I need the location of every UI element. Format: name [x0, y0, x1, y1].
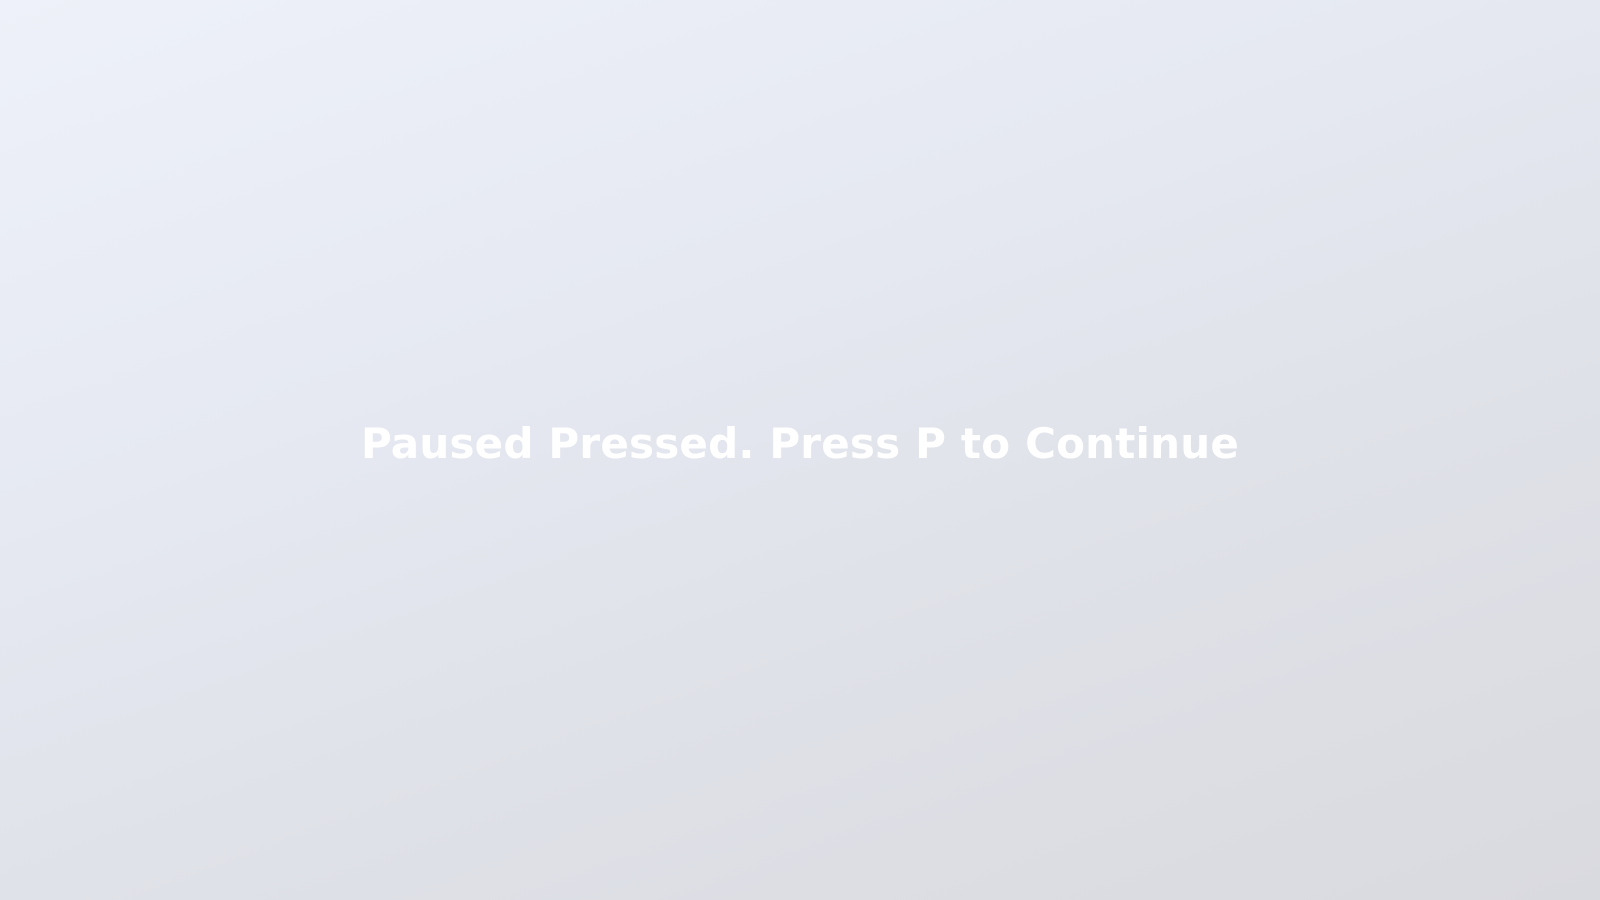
game-screen[interactable]: Paused Pressed. Press P to Continue	[0, 0, 1600, 900]
pause-message: Paused Pressed. Press P to Continue	[360, 419, 1240, 468]
